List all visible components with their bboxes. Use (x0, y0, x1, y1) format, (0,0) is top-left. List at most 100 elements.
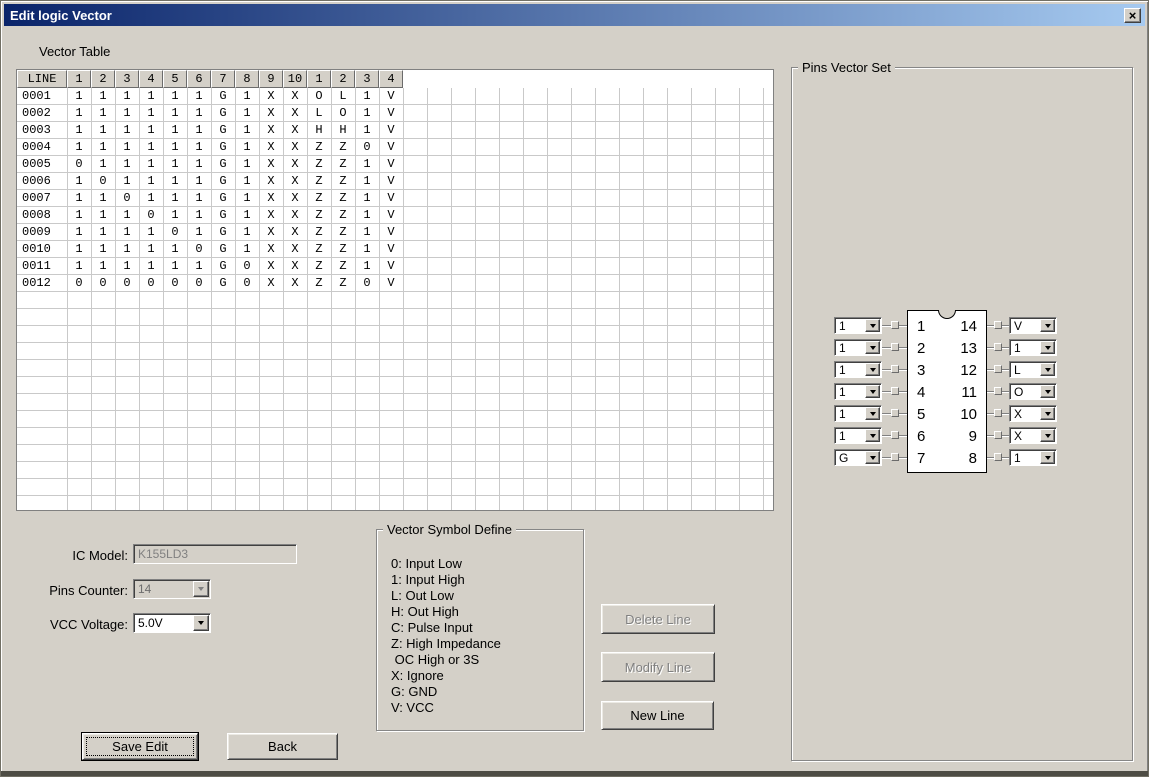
chip-notch-icon (938, 310, 956, 319)
column-header[interactable]: 1 (307, 70, 331, 88)
pin-value-select[interactable]: 1 (1009, 449, 1057, 466)
vector-cell: 1 (171, 123, 179, 137)
dropdown-arrow-icon[interactable] (865, 385, 880, 398)
dropdown-arrow-icon[interactable] (1040, 451, 1055, 464)
modify-line-button[interactable]: Modify Line (601, 652, 715, 682)
pin-value-select[interactable]: O (1009, 383, 1057, 400)
table-row[interactable]: 0011 1 1 1 1 1 1 G 0 X X Z Z 1 V (17, 258, 403, 275)
dropdown-arrow-icon[interactable] (193, 615, 209, 631)
dropdown-arrow-icon[interactable] (865, 363, 880, 376)
vector-cell: X (267, 174, 275, 188)
dropdown-arrow-icon[interactable] (1040, 319, 1055, 332)
vector-cell: X (291, 225, 299, 239)
vector-cell: Z (315, 191, 323, 205)
vector-cell: 1 (75, 191, 83, 205)
dropdown-arrow-icon[interactable] (1040, 407, 1055, 420)
column-header[interactable]: 10 (283, 70, 307, 88)
pin-value-select[interactable]: 1 (834, 339, 882, 356)
dropdown-arrow-icon[interactable] (865, 407, 880, 420)
vector-cell: V (387, 174, 395, 188)
table-rows: 0001 1 1 1 1 1 1 G 1 X X O L 1 V 0002 1 1 1 1 1 1 G 1 X X L O 1 V 0003… (17, 88, 403, 292)
pin-value-select[interactable]: X (1009, 427, 1057, 444)
column-header[interactable]: 1 (67, 70, 91, 88)
column-header[interactable]: 5 (163, 70, 187, 88)
vector-cell: 1 (243, 123, 251, 137)
pin-value-select[interactable]: 1 (834, 427, 882, 444)
vector-cell: Z (315, 259, 323, 273)
pin-value: 1 (839, 341, 846, 354)
pin-value: 1 (839, 385, 846, 398)
table-row[interactable]: 0005 0 1 1 1 1 1 G 1 X X Z Z 1 V (17, 156, 403, 173)
dropdown-arrow-icon[interactable] (1040, 363, 1055, 376)
vector-cell: Z (339, 157, 347, 171)
vector-cell: 1 (75, 123, 83, 137)
dropdown-arrow-icon[interactable] (865, 429, 880, 442)
vcc-voltage-label: VCC Voltage: (49, 617, 128, 632)
table-row[interactable]: 0006 1 0 1 1 1 1 G 1 X X Z Z 1 V (17, 173, 403, 190)
table-row[interactable]: 0007 1 1 0 1 1 1 G 1 X X Z Z 1 V (17, 190, 403, 207)
new-line-button[interactable]: New Line (601, 701, 714, 730)
delete-line-button[interactable]: Delete Line (601, 604, 715, 634)
vector-cell: 1 (171, 208, 179, 222)
table-row[interactable]: 0008 1 1 1 0 1 1 G 1 X X Z Z 1 V (17, 207, 403, 224)
close-button[interactable]: × (1124, 7, 1141, 23)
table-row[interactable]: 0009 1 1 1 1 0 1 G 1 X X Z Z 1 V (17, 224, 403, 241)
pin-value-select[interactable]: G (834, 449, 882, 466)
column-header[interactable]: 4 (379, 70, 403, 88)
ic-model-input[interactable]: K155LD3 (133, 544, 297, 564)
dropdown-arrow-icon[interactable] (865, 319, 880, 332)
vector-cell: 0 (123, 276, 131, 290)
save-edit-button[interactable]: Save Edit (82, 733, 198, 760)
column-header[interactable]: 9 (259, 70, 283, 88)
column-header[interactable]: 8 (235, 70, 259, 88)
pin-value-select[interactable]: 1 (834, 383, 882, 400)
pin-value-select[interactable]: 1 (834, 405, 882, 422)
dropdown-arrow-icon[interactable] (193, 581, 209, 597)
dropdown-arrow-icon[interactable] (1040, 429, 1055, 442)
vector-cell: X (267, 242, 275, 256)
vector-cell: G (219, 157, 227, 171)
pin-value-select[interactable]: V (1009, 317, 1057, 334)
title-bar[interactable]: Edit logic Vector × (4, 4, 1145, 26)
vector-cell: 1 (171, 259, 179, 273)
pin-value-select[interactable]: 1 (834, 361, 882, 378)
dropdown-arrow-icon[interactable] (865, 451, 880, 464)
vector-cell: 0 (243, 259, 251, 273)
back-button[interactable]: Back (227, 733, 338, 760)
column-header[interactable]: 2 (331, 70, 355, 88)
dropdown-arrow-icon[interactable] (1040, 341, 1055, 354)
vector-cell: 0 (363, 276, 371, 290)
vector-cell: 1 (75, 259, 83, 273)
column-header[interactable]: 7 (211, 70, 235, 88)
column-header[interactable]: 6 (187, 70, 211, 88)
vector-cell: X (291, 157, 299, 171)
vector-table[interactable]: LINE 1 2 3 4 5 6 7 8 9 10 1 2 3 4 0001 1 1 1 1 1 1 G 1 X X O L 1 V 00… (16, 69, 774, 511)
column-header[interactable]: LINE (17, 70, 67, 88)
table-row[interactable]: 0010 1 1 1 1 1 0 G 1 X X Z Z 1 V (17, 241, 403, 258)
vector-cell: 1 (147, 123, 155, 137)
vcc-voltage-select[interactable]: 5.0V (133, 613, 211, 633)
column-header[interactable]: 3 (355, 70, 379, 88)
line-number-cell: 0012 (22, 276, 51, 290)
pin-value-select[interactable]: X (1009, 405, 1057, 422)
pin-value-select[interactable]: 1 (1009, 339, 1057, 356)
table-row[interactable]: 0001 1 1 1 1 1 1 G 1 X X O L 1 V (17, 88, 403, 105)
pin-value-select[interactable]: L (1009, 361, 1057, 378)
pin-value: 1 (1014, 341, 1021, 354)
table-row[interactable]: 0003 1 1 1 1 1 1 G 1 X X H H 1 V (17, 122, 403, 139)
table-row[interactable]: 0012 0 0 0 0 0 0 G 0 X X Z Z 0 V (17, 275, 403, 292)
vector-cell: V (387, 208, 395, 222)
table-row[interactable]: 0002 1 1 1 1 1 1 G 1 X X L O 1 V (17, 105, 403, 122)
pins-counter-select[interactable]: 14 (133, 579, 211, 599)
dropdown-arrow-icon[interactable] (1040, 385, 1055, 398)
column-header[interactable]: 3 (115, 70, 139, 88)
table-body[interactable]: 0001 1 1 1 1 1 1 G 1 X X O L 1 V 0002 1 1 1 1 1 1 G 1 X X L O 1 V 0003… (17, 88, 773, 510)
dropdown-arrow-icon[interactable] (865, 341, 880, 354)
vector-cell: 0 (195, 276, 203, 290)
chip-pin-number: 8 (968, 450, 977, 467)
table-row[interactable]: 0004 1 1 1 1 1 1 G 1 X X Z Z 0 V (17, 139, 403, 156)
column-header[interactable]: 2 (91, 70, 115, 88)
symbol-define-line: X: Ignore (391, 668, 444, 683)
column-header[interactable]: 4 (139, 70, 163, 88)
pin-value-select[interactable]: 1 (834, 317, 882, 334)
